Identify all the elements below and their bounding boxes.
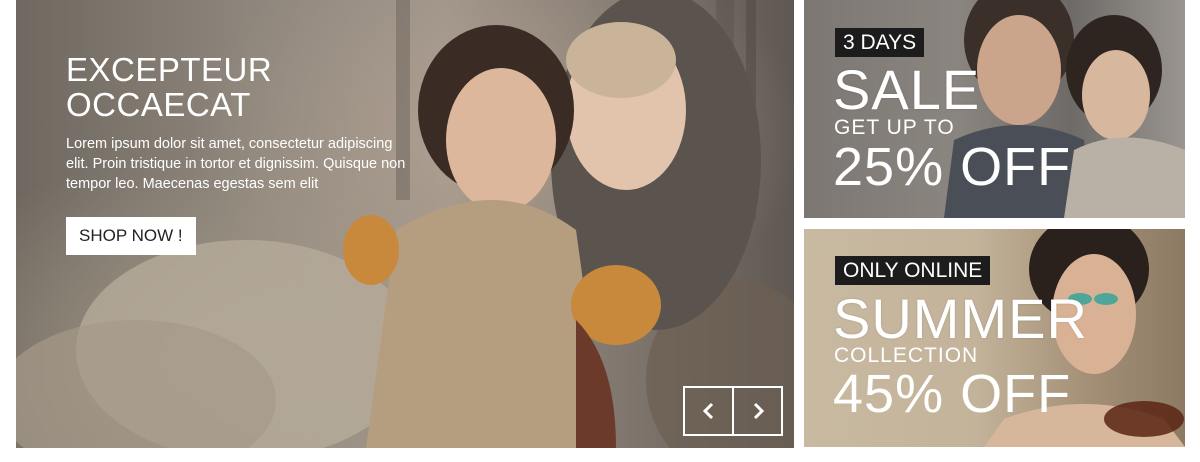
promo-sale-tag: 3 DAYS xyxy=(835,28,925,57)
promo-sale-headline: SALE xyxy=(833,58,981,121)
slider-next-button[interactable] xyxy=(732,388,781,434)
promo-summer-headline: SUMMER xyxy=(833,287,1088,350)
hero-title-line-2: OCCAECAT xyxy=(66,86,251,123)
promo-summer-tag: ONLY ONLINE xyxy=(835,256,991,285)
shop-now-button[interactable]: SHOP NOW ! xyxy=(66,217,196,255)
promo-sale-discount: 25% OFF xyxy=(833,137,1072,197)
chevron-left-icon xyxy=(702,402,713,420)
promo-sale-subline: GET UP TO xyxy=(834,116,955,139)
hero-title: EXCEPTEUR OCCAECAT xyxy=(66,52,426,122)
promo-summer-discount: 45% OFF xyxy=(833,364,1072,424)
hero-description: Lorem ipsum dolor sit amet, consectetur … xyxy=(66,136,406,192)
chevron-right-icon xyxy=(753,402,764,420)
hero-slider[interactable]: EXCEPTEUR OCCAECAT Lorem ipsum dolor sit… xyxy=(16,0,794,448)
slider-prev-button[interactable] xyxy=(685,388,732,434)
promo-banner-sale[interactable]: 3 DAYS SALE GET UP TO 25% OFF xyxy=(804,0,1185,218)
hero-title-line-1: EXCEPTEUR xyxy=(66,51,273,88)
slider-navigation xyxy=(683,386,783,436)
promo-banner-summer[interactable]: ONLY ONLINE SUMMER COLLECTION 45% OFF xyxy=(804,229,1185,447)
